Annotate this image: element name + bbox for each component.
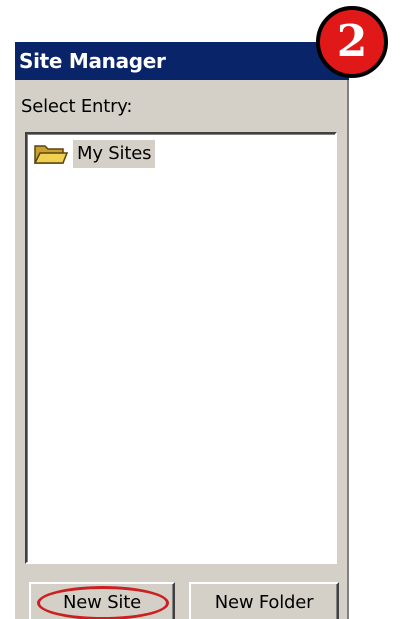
- site-tree[interactable]: My Sites: [25, 132, 337, 564]
- tree-item-my-sites[interactable]: My Sites: [33, 140, 156, 168]
- window-titlebar[interactable]: Site Manager: [15, 42, 349, 80]
- page: Site Manager Select Entry: My Sites New …: [0, 0, 401, 619]
- folder-open-icon: [33, 142, 69, 166]
- tree-item-label: My Sites: [73, 140, 156, 168]
- select-entry-label: Select Entry:: [21, 96, 133, 117]
- new-site-button[interactable]: New Site: [29, 582, 175, 619]
- site-manager-window: Site Manager Select Entry: My Sites New …: [13, 40, 349, 619]
- step-number-badge: 2: [316, 6, 388, 78]
- new-folder-button[interactable]: New Folder: [189, 582, 339, 619]
